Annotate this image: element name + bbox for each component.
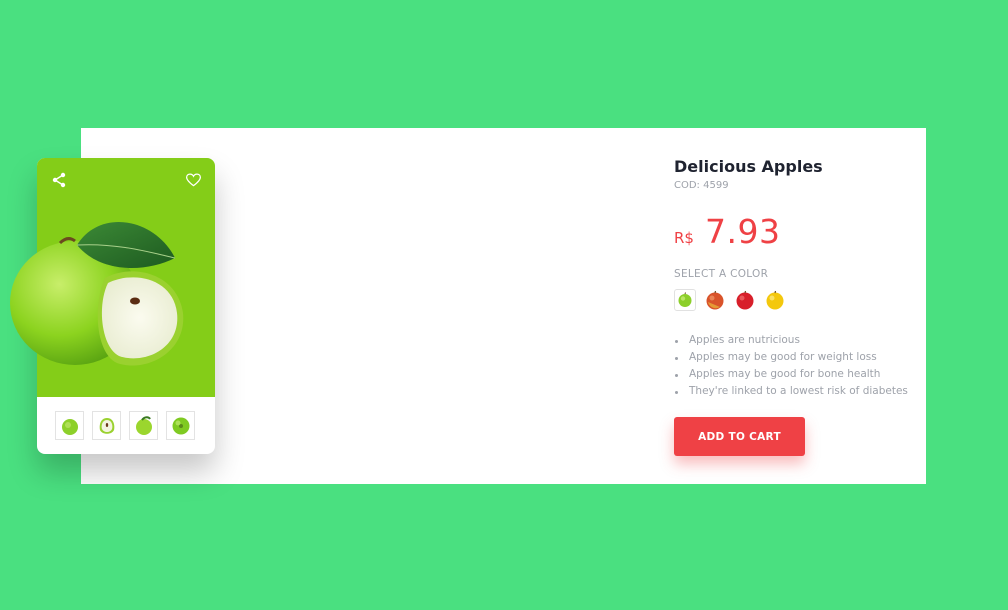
product-info: Delicious Apples COD: 4599 R$ 7.93 SELEC… xyxy=(674,156,924,397)
color-option-green[interactable] xyxy=(674,289,696,311)
price: R$ 7.93 xyxy=(674,212,780,251)
feature-item: Apples may be good for weight loss xyxy=(674,349,908,366)
feature-item: They're linked to a lowest risk of diabe… xyxy=(674,383,908,400)
thumbnail-green-apple-side[interactable] xyxy=(129,411,158,440)
thumbnail-green-apple-top[interactable] xyxy=(166,411,195,440)
feature-item: Apples are nutricious xyxy=(674,332,908,349)
add-to-cart-button[interactable]: ADD TO CART xyxy=(674,417,805,456)
color-option-yellow[interactable] xyxy=(764,289,786,311)
share-icon[interactable] xyxy=(49,170,69,190)
select-color-label: SELECT A COLOR xyxy=(674,268,769,280)
thumbnail-green-apple[interactable] xyxy=(55,411,84,440)
price-amount: 7.93 xyxy=(704,212,781,251)
heart-icon[interactable] xyxy=(183,170,203,190)
color-option-red[interactable] xyxy=(734,289,756,311)
price-currency: R$ xyxy=(674,229,694,247)
product-title: Delicious Apples xyxy=(674,157,823,176)
color-option-red-yellow[interactable] xyxy=(704,289,726,311)
product-image-card xyxy=(10,158,215,454)
feature-list: Apples are nutricious Apples may be good… xyxy=(674,332,908,400)
page: Delicious Apples COD: 4599 R$ 7.93 SELEC… xyxy=(0,0,1008,610)
green-apple-image xyxy=(10,221,184,366)
product-code: COD: 4599 xyxy=(674,180,729,191)
thumbnail-apple-slice[interactable] xyxy=(92,411,121,440)
thumbnail-strip xyxy=(55,411,195,440)
feature-item: Apples may be good for bone health xyxy=(674,366,908,383)
color-selector xyxy=(674,289,786,311)
